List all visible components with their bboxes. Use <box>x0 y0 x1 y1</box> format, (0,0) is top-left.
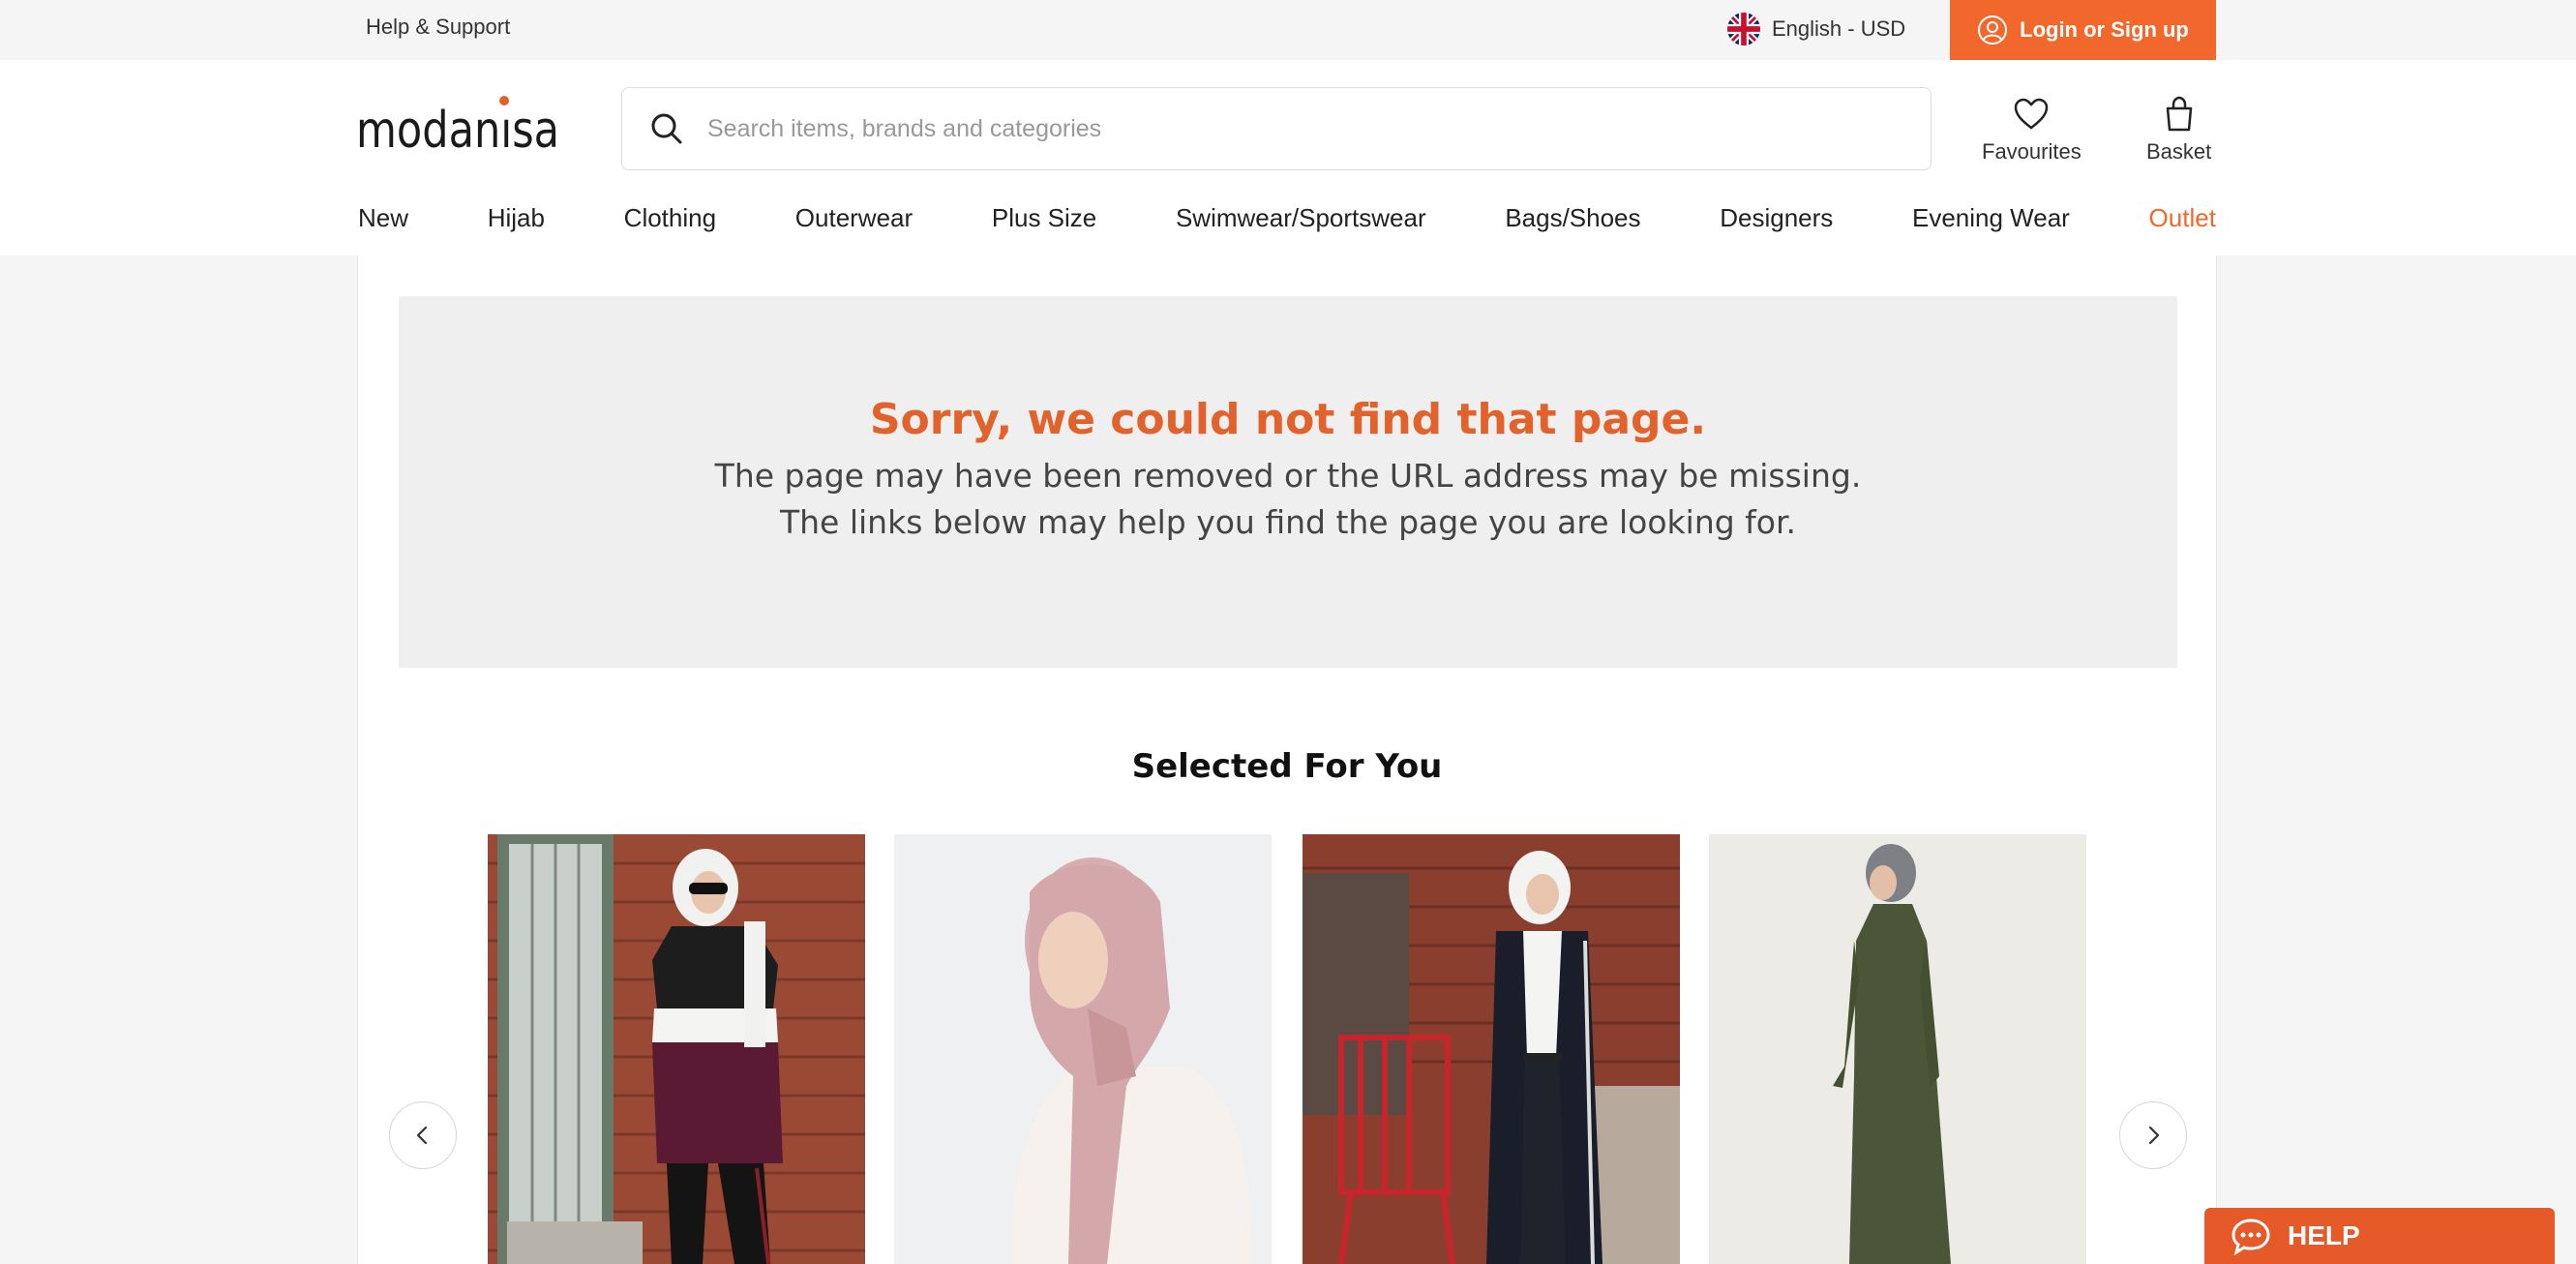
product-card[interactable] <box>1303 834 1680 1264</box>
user-icon <box>1978 15 2008 45</box>
nav-item-new[interactable]: New <box>358 203 408 246</box>
carousel-next-button[interactable] <box>2119 1101 2187 1169</box>
product-image <box>1709 834 2086 1264</box>
error-message-box: Sorry, we could not find that page. The … <box>399 296 2177 668</box>
error-line-1: The page may have been removed or the UR… <box>714 457 1862 495</box>
product-image <box>488 834 865 1264</box>
favourites-button[interactable]: Favourites <box>1982 95 2082 165</box>
nav-item-bags-shoes[interactable]: Bags/Shoes <box>1505 203 1640 246</box>
search-input[interactable] <box>705 113 1871 144</box>
top-utility-bar: Help & Support English - USD Login or Si… <box>0 0 2576 60</box>
nav-item-outerwear[interactable]: Outerwear <box>795 203 913 246</box>
chat-icon <box>2232 1219 2270 1255</box>
uk-flag-icon <box>1727 13 1760 45</box>
carousel-prev-button[interactable] <box>389 1101 457 1169</box>
nav-item-plus-size[interactable]: Plus Size <box>992 203 1096 246</box>
main-content: Sorry, we could not find that page. The … <box>357 256 2217 1264</box>
nav-item-swimwear-sportswear[interactable]: Swimwear/Sportswear <box>1176 203 1426 246</box>
nav-item-outlet[interactable]: Outlet <box>2149 203 2216 246</box>
help-support-link[interactable]: Help & Support <box>366 15 510 40</box>
error-line-2: The links below may help you find the pa… <box>779 503 1797 541</box>
product-image <box>1303 834 1680 1264</box>
chevron-left-icon <box>416 1126 428 1145</box>
svg-text:modanısa: modanısa <box>356 102 559 159</box>
error-title: Sorry, we could not find that page. <box>869 395 1707 444</box>
help-label: HELP <box>2288 1220 2360 1250</box>
category-nav: New Hijab Clothing Outerwear Plus Size S… <box>358 203 2216 246</box>
language-label: English - USD <box>1772 16 1906 41</box>
login-label: Login or Sign up <box>2020 17 2189 42</box>
help-chat-button[interactable]: HELP <box>2204 1208 2555 1264</box>
product-card[interactable] <box>1709 834 2086 1264</box>
nav-item-evening-wear[interactable]: Evening Wear <box>1912 203 2070 246</box>
search-bar[interactable] <box>621 87 1932 170</box>
chevron-right-icon <box>2148 1126 2160 1145</box>
basket-icon <box>2166 96 2192 132</box>
product-image <box>894 834 1272 1264</box>
nav-item-designers[interactable]: Designers <box>1720 203 1833 246</box>
basket-button[interactable]: Basket <box>2146 95 2211 165</box>
modanisa-logo[interactable]: modanısa <box>356 91 563 159</box>
language-selector[interactable]: English - USD <box>1727 12 1905 46</box>
site-header: modanısa Favourites Basket New Hijab Clo… <box>0 60 2576 256</box>
product-card[interactable] <box>488 834 865 1264</box>
product-card[interactable] <box>894 834 1272 1264</box>
nav-item-hijab[interactable]: Hijab <box>488 203 545 246</box>
nav-item-clothing[interactable]: Clothing <box>624 203 716 246</box>
search-icon[interactable] <box>647 109 686 148</box>
favourites-label: Favourites <box>1982 139 2082 164</box>
basket-label: Basket <box>2146 139 2212 164</box>
login-signup-button[interactable]: Login or Sign up <box>1950 0 2216 60</box>
heart-icon <box>2015 98 2049 130</box>
selected-for-you-title: Selected For You <box>1131 747 1443 786</box>
